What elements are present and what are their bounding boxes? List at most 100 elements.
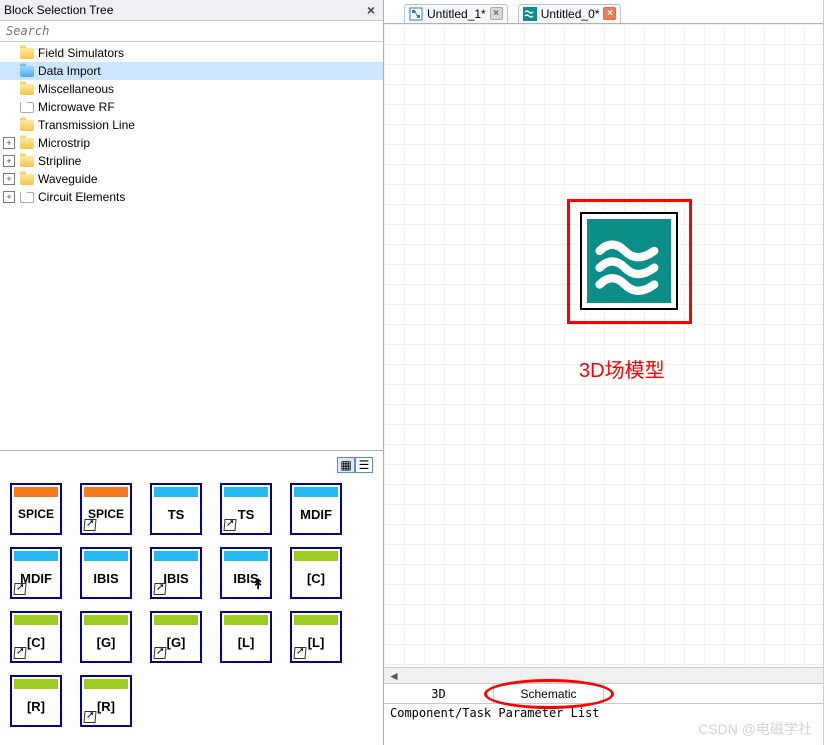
block-thumb[interactable]: [L]	[290, 611, 342, 663]
folder-icon	[20, 192, 34, 203]
tree-item[interactable]: +Miscellaneous	[0, 80, 383, 98]
folder-icon	[20, 84, 34, 95]
thumb-label: [L]	[222, 635, 270, 650]
scroll-left-icon[interactable]: ◄	[384, 669, 404, 683]
block-thumb[interactable]: [R]	[80, 675, 132, 727]
up-arrow-icon: ↟	[252, 576, 264, 593]
bottom-tab-schematic[interactable]: Schematic	[494, 684, 604, 703]
tree-item-label: Waveguide	[38, 172, 98, 186]
folder-icon	[20, 66, 34, 77]
thumb-label: MDIF	[292, 507, 340, 522]
thumb-topbar	[224, 615, 268, 625]
thumb-label: [C]	[292, 571, 340, 586]
bottom-tab-3d[interactable]: 3D	[384, 684, 494, 703]
tree-item-label: Transmission Line	[38, 118, 135, 132]
tree-expander[interactable]: +	[3, 137, 15, 149]
thumb-topbar	[224, 551, 268, 561]
param-list-header: Component/Task Parameter List	[384, 703, 823, 745]
tree-item[interactable]: + Stripline	[0, 152, 383, 170]
thumb-label: TS	[152, 507, 200, 522]
link-overlay-icon	[13, 647, 26, 659]
tree-expander[interactable]: +	[3, 191, 15, 203]
block-thumb[interactable]: [C]	[290, 547, 342, 599]
tree-item-label: Field Simulators	[38, 46, 124, 60]
view-grid-button[interactable]: ▦	[337, 457, 355, 473]
thumb-topbar	[14, 551, 58, 561]
folder-icon	[20, 156, 34, 167]
thumb-topbar	[154, 615, 198, 625]
block-thumb[interactable]: [G]	[80, 611, 132, 663]
tab-label: Untitled_0*	[541, 7, 600, 21]
block-thumb[interactable]: [L]	[220, 611, 272, 663]
thumb-topbar	[224, 487, 268, 497]
link-overlay-icon	[153, 647, 166, 659]
thumb-topbar	[14, 615, 58, 625]
tree-expander[interactable]: +	[3, 173, 15, 185]
block-thumb[interactable]: SPICE	[10, 483, 62, 535]
link-overlay-icon	[83, 711, 96, 723]
folder-icon	[20, 138, 34, 149]
schematic-canvas[interactable]: 3D场模型	[384, 24, 823, 667]
block-tree[interactable]: +Field Simulators+Data Import+Miscellane…	[0, 42, 383, 450]
thumb-topbar	[154, 551, 198, 561]
block-thumb[interactable]: MDIF	[290, 483, 342, 535]
folder-icon	[20, 120, 34, 131]
tree-item[interactable]: +Microwave RF	[0, 98, 383, 116]
panel-close-button[interactable]: ×	[363, 2, 379, 18]
panel-header: Block Selection Tree ×	[0, 0, 383, 21]
annotation-text: 3D场模型	[579, 354, 665, 383]
tree-item[interactable]: +Field Simulators	[0, 44, 383, 62]
link-overlay-icon	[13, 583, 26, 595]
link-overlay-icon	[223, 519, 236, 531]
link-overlay-icon	[83, 519, 96, 531]
tab-close-button[interactable]: ×	[490, 7, 503, 20]
thumb-topbar	[84, 551, 128, 561]
tree-item[interactable]: +Transmission Line	[0, 116, 383, 134]
thumb-topbar	[14, 679, 58, 689]
tree-item[interactable]: + Microstrip	[0, 134, 383, 152]
tree-item[interactable]: + Waveguide	[0, 170, 383, 188]
thumb-topbar	[84, 679, 128, 689]
search-input[interactable]	[0, 21, 383, 42]
schematic-icon	[409, 7, 423, 21]
tree-item-label: Stripline	[38, 154, 81, 168]
thumb-topbar	[84, 487, 128, 497]
block-thumb[interactable]: [R]	[10, 675, 62, 727]
thumb-label: [G]	[82, 635, 130, 650]
document-tabs: Untitled_1*×Untitled_0*×	[384, 0, 823, 24]
block-thumb[interactable]: [C]	[10, 611, 62, 663]
block-thumb[interactable]: SPICE	[80, 483, 132, 535]
h-scrollbar[interactable]: ◄	[384, 667, 823, 683]
waves-icon	[523, 7, 537, 21]
tab-close-button[interactable]: ×	[603, 7, 616, 20]
link-overlay-icon	[293, 647, 306, 659]
thumb-topbar	[294, 551, 338, 561]
tree-item[interactable]: +Data Import	[0, 62, 383, 80]
view-list-button[interactable]: ☰	[355, 457, 373, 473]
thumb-topbar	[294, 487, 338, 497]
folder-icon	[20, 102, 34, 113]
waves-icon	[587, 219, 671, 303]
block-thumb[interactable]: IBIS	[80, 547, 132, 599]
block-thumb[interactable]: IBIS↟	[220, 547, 272, 599]
document-tab[interactable]: Untitled_0*×	[518, 4, 622, 23]
block-thumb[interactable]: MDIF	[10, 547, 62, 599]
tree-item-label: Microwave RF	[38, 100, 115, 114]
block-thumb[interactable]: IBIS	[150, 547, 202, 599]
thumb-topbar	[84, 615, 128, 625]
tree-item-label: Circuit Elements	[38, 190, 125, 204]
panel-title: Block Selection Tree	[4, 3, 113, 17]
block-thumb[interactable]: [G]	[150, 611, 202, 663]
tree-expander[interactable]: +	[3, 155, 15, 167]
thumb-label: IBIS	[82, 571, 130, 586]
block-thumb[interactable]: TS	[220, 483, 272, 535]
thumb-topbar	[14, 487, 58, 497]
block-thumb[interactable]: TS	[150, 483, 202, 535]
tab-label: Untitled_1*	[427, 7, 486, 21]
folder-icon	[20, 48, 34, 59]
tree-item-label: Microstrip	[38, 136, 90, 150]
placed-block[interactable]	[580, 212, 678, 310]
thumb-label: SPICE	[12, 507, 60, 521]
document-tab[interactable]: Untitled_1* ×	[404, 4, 508, 23]
tree-item[interactable]: + Circuit Elements	[0, 188, 383, 206]
